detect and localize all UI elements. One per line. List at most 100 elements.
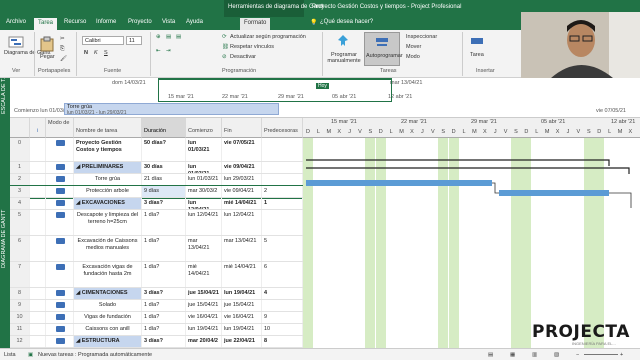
task-info-cell[interactable] xyxy=(30,336,46,347)
task-predecessors[interactable]: 6 xyxy=(262,262,303,287)
task-start[interactable]: lun 12/04/21 xyxy=(186,198,222,209)
tab-vista[interactable]: Vista xyxy=(162,19,175,25)
respect-links-button[interactable]: Respetar vínculos xyxy=(230,44,274,50)
auto-schedule-button[interactable]: Autoprogramar xyxy=(364,32,403,66)
insert-task-button[interactable]: Tarea xyxy=(470,52,484,58)
table-row[interactable]: 5 Descapote y limpieza del terreno h=25cm… xyxy=(10,210,303,236)
deactivate-button[interactable]: Desactivar xyxy=(230,54,256,60)
status-new-tasks[interactable]: Nuevas tareas : Programada automáticamen… xyxy=(38,352,152,358)
gantt-chart[interactable]: 15 mar '21 22 mar '21 29 mar '21 05 abr '21… xyxy=(303,118,640,348)
font-name-select[interactable]: Calibri xyxy=(82,36,124,45)
task-predecessors[interactable] xyxy=(262,210,303,235)
task-info-cell[interactable] xyxy=(30,288,46,299)
task-name[interactable]: Solado xyxy=(74,300,142,311)
underline-button[interactable]: S xyxy=(104,50,108,56)
task-finish[interactable]: mar 13/04/21 xyxy=(222,236,262,261)
zoom-in-icon[interactable]: + xyxy=(620,352,623,358)
task-name[interactable]: ◢ PRELIMINARES xyxy=(74,162,142,173)
task-name[interactable]: Torre grúa xyxy=(74,174,142,185)
task-mode-cell[interactable] xyxy=(46,138,74,161)
task-duration[interactable]: 9 días xyxy=(142,186,186,197)
table-row[interactable]: 9 Solado 1 día? jue 15/04/21 jue 15/04/21 xyxy=(10,300,303,312)
task-duration[interactable]: 1 día? xyxy=(142,324,186,335)
task-duration[interactable]: 21 días xyxy=(142,174,186,185)
task-mode-cell[interactable] xyxy=(46,210,74,235)
task-duration[interactable]: 1 día? xyxy=(142,262,186,287)
task-info-cell[interactable] xyxy=(30,300,46,311)
task-mode-cell[interactable] xyxy=(46,288,74,299)
bold-button[interactable]: N xyxy=(84,50,88,56)
task-duration[interactable]: 3 días? xyxy=(142,198,186,209)
italic-button[interactable]: K xyxy=(94,50,98,56)
task-name[interactable]: Excavación de Caissons medios manuales xyxy=(74,236,142,261)
task-info-cell[interactable] xyxy=(30,236,46,261)
task-mode-cell[interactable] xyxy=(46,312,74,323)
tab-tarea[interactable]: Tarea xyxy=(34,18,58,30)
task-info-cell[interactable] xyxy=(30,198,46,209)
task-start[interactable]: lun 19/04/21 xyxy=(186,324,222,335)
task-predecessors[interactable]: 9 xyxy=(262,312,303,323)
copy-icon[interactable]: ⎘ xyxy=(60,46,64,53)
table-row[interactable]: 11 Caissons con anill 1 día? lun 19/04/21 lu… xyxy=(10,324,303,336)
task-finish[interactable]: mié 14/04/21 xyxy=(222,262,262,287)
header-finish[interactable]: Fin xyxy=(222,118,262,138)
task-info-cell[interactable] xyxy=(30,186,46,197)
task-duration[interactable]: 50 días? xyxy=(142,138,186,161)
zoom-slider[interactable] xyxy=(584,354,618,355)
task-predecessors[interactable] xyxy=(262,138,303,161)
task-predecessors[interactable] xyxy=(262,174,303,185)
table-row[interactable]: 1 ◢ PRELIMINARES30 díaslun 01/03/21vie 09… xyxy=(10,162,303,174)
header-duration[interactable]: Duración xyxy=(142,118,186,138)
mode-button[interactable]: Modo xyxy=(406,54,420,60)
task-start[interactable]: mar 30/03/2 xyxy=(186,186,222,197)
task-info-cell[interactable] xyxy=(30,174,46,185)
format-painter-icon[interactable]: 🖌 xyxy=(60,56,67,62)
tell-me-search[interactable]: ¿Qué desea hacer? xyxy=(320,19,373,25)
task-finish[interactable]: vie 07/05/21 xyxy=(222,138,262,161)
task-finish[interactable]: vie 09/04/21 xyxy=(222,162,262,173)
manual-schedule-button[interactable]: Programar manualmente xyxy=(326,52,362,64)
team-planner-icon[interactable]: ▥ xyxy=(532,352,537,358)
task-predecessors[interactable]: 4 xyxy=(262,288,303,299)
report-view-icon[interactable]: ▧ xyxy=(554,352,559,358)
task-info-cell[interactable] xyxy=(30,262,46,287)
task-name[interactable]: ◢ ESTRUCTURA xyxy=(74,336,142,347)
paste-button[interactable]: Pegar xyxy=(40,54,55,60)
task-start[interactable]: lun 01/03/21 xyxy=(186,138,222,161)
task-name[interactable]: Caissons con anill xyxy=(74,324,142,335)
task-finish[interactable]: vie 09/04/21 xyxy=(222,186,262,197)
tab-recurso[interactable]: Recurso xyxy=(64,19,86,25)
task-duration[interactable]: 1 día? xyxy=(142,312,186,323)
table-row[interactable]: 2 Torre grúa 21 días lun 01/03/21 lun 29/03/… xyxy=(10,174,303,186)
task-name[interactable]: Protección arbole xyxy=(74,186,142,197)
task-start[interactable]: mar 20/04/2 xyxy=(186,336,222,347)
zoom-out-icon[interactable]: − xyxy=(576,352,579,358)
task-name[interactable]: Vigas de fundación xyxy=(74,312,142,323)
inspect-button[interactable]: Inspeccionar xyxy=(406,34,437,40)
header-predecessors[interactable]: Predecesoras xyxy=(262,118,303,138)
outdent-icon[interactable]: ⇥ xyxy=(166,48,171,54)
task-mode-cell[interactable] xyxy=(46,262,74,287)
table-row[interactable]: 12 ◢ ESTRUCTURA 3 días? mar 20/04/2 jue 22/0… xyxy=(10,336,303,348)
move-button[interactable]: Mover xyxy=(406,44,421,50)
task-duration[interactable]: 3 días? xyxy=(142,288,186,299)
table-row[interactable]: 6 Excavación de Caissons medios manuales 1… xyxy=(10,236,303,262)
table-row[interactable]: 4 ◢ EXCAVACIONES3 días?lun 12/04/21mié 14… xyxy=(10,198,303,210)
task-finish[interactable]: mié 14/04/21 xyxy=(222,198,262,209)
tab-proyecto[interactable]: Proyecto xyxy=(128,19,152,25)
task-start[interactable]: jue 15/04/21 xyxy=(186,300,222,311)
task-mode-cell[interactable] xyxy=(46,300,74,311)
timeline-task-bar[interactable]: Torre grúa lun 01/03/21 - lun 29/03/21 xyxy=(64,103,279,116)
task-icon[interactable] xyxy=(470,34,484,48)
header-mode[interactable]: Modo de xyxy=(46,118,74,138)
task-start[interactable]: lun 01/03/21 xyxy=(186,162,222,173)
task-info-cell[interactable] xyxy=(30,312,46,323)
task-mode-cell[interactable] xyxy=(46,324,74,335)
task-duration[interactable]: 1 día? xyxy=(142,300,186,311)
header-task-name[interactable]: Nombre de tarea xyxy=(74,118,142,138)
pin-icon[interactable] xyxy=(336,34,350,48)
task-duration[interactable]: 1 día? xyxy=(142,236,186,261)
task-start[interactable]: mié 14/04/21 xyxy=(186,262,222,287)
progress-0-icon[interactable]: ▤ xyxy=(166,34,171,40)
task-mode-cell[interactable] xyxy=(46,336,74,347)
